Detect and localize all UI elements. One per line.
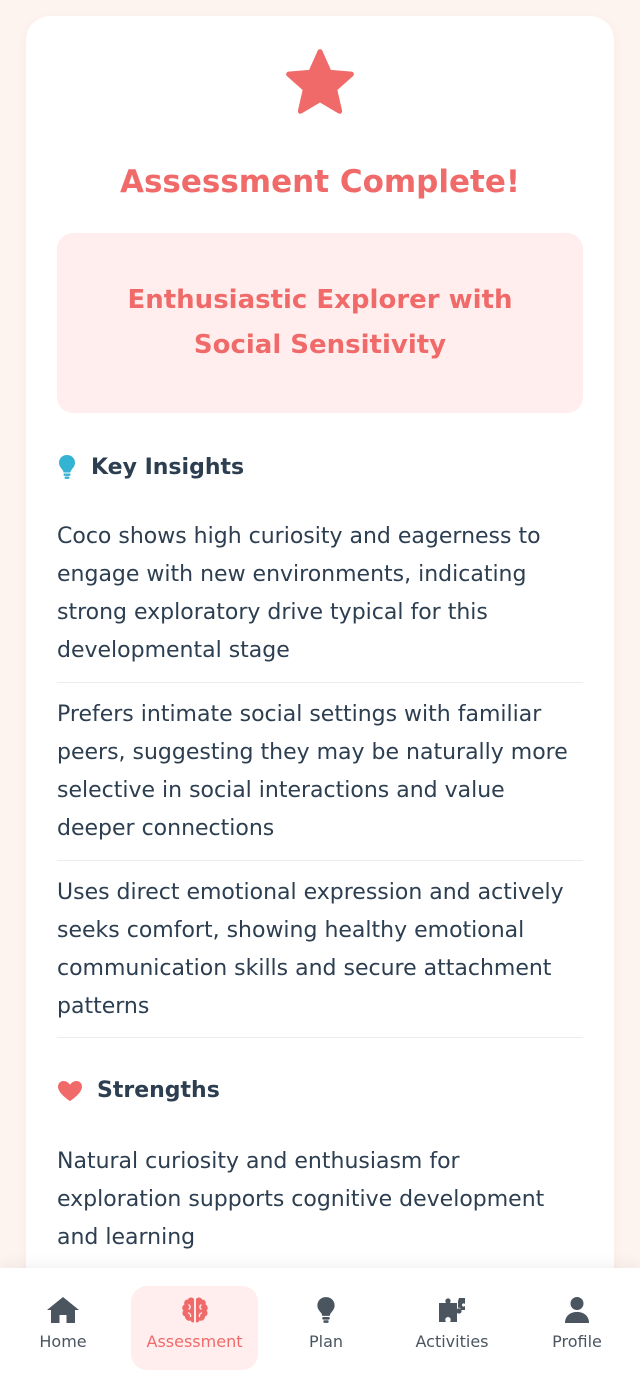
- nav-label: Assessment: [146, 1332, 243, 1351]
- heart-icon: [58, 1080, 82, 1101]
- profile-type-label: Enthusiastic Explorer with Social Sensit…: [127, 285, 513, 360]
- list-item: Coco shows high curiosity and eagerness …: [57, 518, 583, 683]
- nav-label: Plan: [308, 1332, 344, 1351]
- lightbulb-icon: [59, 455, 75, 479]
- nav-label: Profile: [552, 1332, 602, 1351]
- bottom-nav: Home Assessment Plan Activities Profile: [0, 1268, 640, 1387]
- strengths-heading: Strengths: [97, 1078, 220, 1103]
- home-icon: [47, 1297, 79, 1323]
- nav-item-profile[interactable]: Profile: [540, 1286, 614, 1370]
- user-icon: [565, 1297, 589, 1323]
- star-icon: [286, 49, 354, 114]
- nav-item-plan[interactable]: Plan: [290, 1286, 362, 1370]
- list-item: Natural curiosity and enthusiasm for exp…: [57, 1149, 545, 1250]
- lightbulb-icon: [317, 1297, 335, 1323]
- nav-item-activities[interactable]: Activities: [401, 1286, 503, 1370]
- list-item: Prefers intimate social settings with fa…: [57, 696, 583, 861]
- nav-label: Home: [39, 1332, 87, 1351]
- key-insights-header: Key Insights: [57, 454, 244, 480]
- profile-type-box: Enthusiastic Explorer with Social Sensit…: [57, 233, 583, 413]
- puzzle-icon: [439, 1298, 465, 1322]
- nav-label: Activities: [415, 1332, 489, 1351]
- assessment-card: Assessment Complete! Enthusiastic Explor…: [26, 16, 614, 1316]
- strengths-header: Strengths: [57, 1078, 220, 1103]
- nav-item-home[interactable]: Home: [22, 1286, 104, 1370]
- brain-icon: [181, 1297, 208, 1323]
- nav-item-assessment[interactable]: Assessment: [131, 1286, 258, 1370]
- list-item: Uses direct emotional expression and act…: [57, 874, 583, 1038]
- key-insights-heading: Key Insights: [91, 454, 245, 480]
- page-title: Assessment Complete!: [119, 164, 520, 200]
